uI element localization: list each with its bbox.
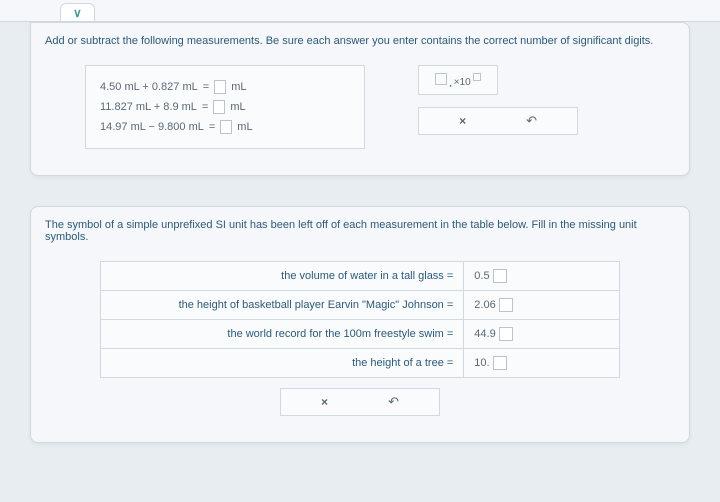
tab-chevron-container: ∨: [60, 3, 95, 21]
measurement-label: the height of a tree =: [101, 349, 464, 378]
table-row: the height of basketball player Earvin "…: [101, 291, 620, 320]
unit-input[interactable]: [493, 356, 507, 370]
q1-prompt: Add or subtract the following measuremen…: [45, 35, 675, 47]
unit-label: mL: [231, 81, 246, 93]
dot-icon: ●: [449, 83, 451, 88]
table-row: the volume of water in a tall glass = 0.…: [101, 262, 620, 291]
equals-sign: =: [209, 121, 215, 133]
expression: 11.827 mL + 8.9 mL: [100, 101, 197, 113]
measurement-value-cell: 44.9: [464, 320, 620, 349]
answer-input[interactable]: [220, 120, 232, 134]
expression: 14.97 mL − 9.800 mL: [100, 121, 204, 133]
unit-label: mL: [237, 121, 252, 133]
expression: 4.50 mL + 0.827 mL: [100, 81, 198, 93]
chevron-down-icon: ∨: [73, 6, 82, 20]
unit-input[interactable]: [499, 298, 513, 312]
measurement-label: the world record for the 100m freestyle …: [101, 320, 464, 349]
measurement-value-cell: 2.06: [464, 291, 620, 320]
measurement-number: 10.: [474, 357, 489, 369]
measurement-number: 0.5: [474, 270, 489, 282]
clear-button[interactable]: ×: [453, 112, 472, 130]
q1-row: 4.50 mL + 0.827 mL = mL: [100, 80, 350, 94]
measurement-label: the volume of water in a tall glass =: [101, 262, 464, 291]
clear-button[interactable]: ×: [315, 393, 334, 411]
q2-prompt: The symbol of a simple unprefixed SI uni…: [45, 219, 675, 243]
q1-row: 14.97 mL − 9.800 mL = mL: [100, 120, 350, 134]
q1-action-bar: × ↶: [418, 107, 578, 135]
measurement-value-cell: 0.5: [464, 262, 620, 291]
undo-button[interactable]: ↶: [382, 392, 405, 412]
q1-row: 11.827 mL + 8.9 mL = mL: [100, 100, 350, 114]
unit-label: mL: [230, 101, 245, 113]
question-1-block: Add or subtract the following measuremen…: [30, 22, 690, 176]
times-ten-label: ×10: [454, 77, 471, 88]
q2-table: the volume of water in a tall glass = 0.…: [100, 261, 620, 378]
coefficient-box-icon: [435, 73, 447, 85]
table-row: the world record for the 100m freestyle …: [101, 320, 620, 349]
q2-action-bar: × ↶: [280, 388, 440, 416]
scientific-notation-tool[interactable]: ● ×10: [418, 65, 498, 95]
equals-sign: =: [202, 101, 208, 113]
question-2-block: The symbol of a simple unprefixed SI uni…: [30, 206, 690, 443]
measurement-value-cell: 10.: [464, 349, 620, 378]
answer-input[interactable]: [214, 80, 226, 94]
exponent-box-icon: [473, 73, 481, 81]
measurement-number: 2.06: [474, 299, 495, 311]
unit-input[interactable]: [499, 327, 513, 341]
undo-button[interactable]: ↶: [520, 111, 543, 131]
equals-sign: =: [203, 81, 209, 93]
table-row: the height of a tree = 10.: [101, 349, 620, 378]
answer-input[interactable]: [213, 100, 225, 114]
measurement-number: 44.9: [474, 328, 495, 340]
unit-input[interactable]: [493, 269, 507, 283]
q1-math-container: 4.50 mL + 0.827 mL = mL 11.827 mL + 8.9 …: [85, 65, 365, 149]
measurement-label: the height of basketball player Earvin "…: [101, 291, 464, 320]
